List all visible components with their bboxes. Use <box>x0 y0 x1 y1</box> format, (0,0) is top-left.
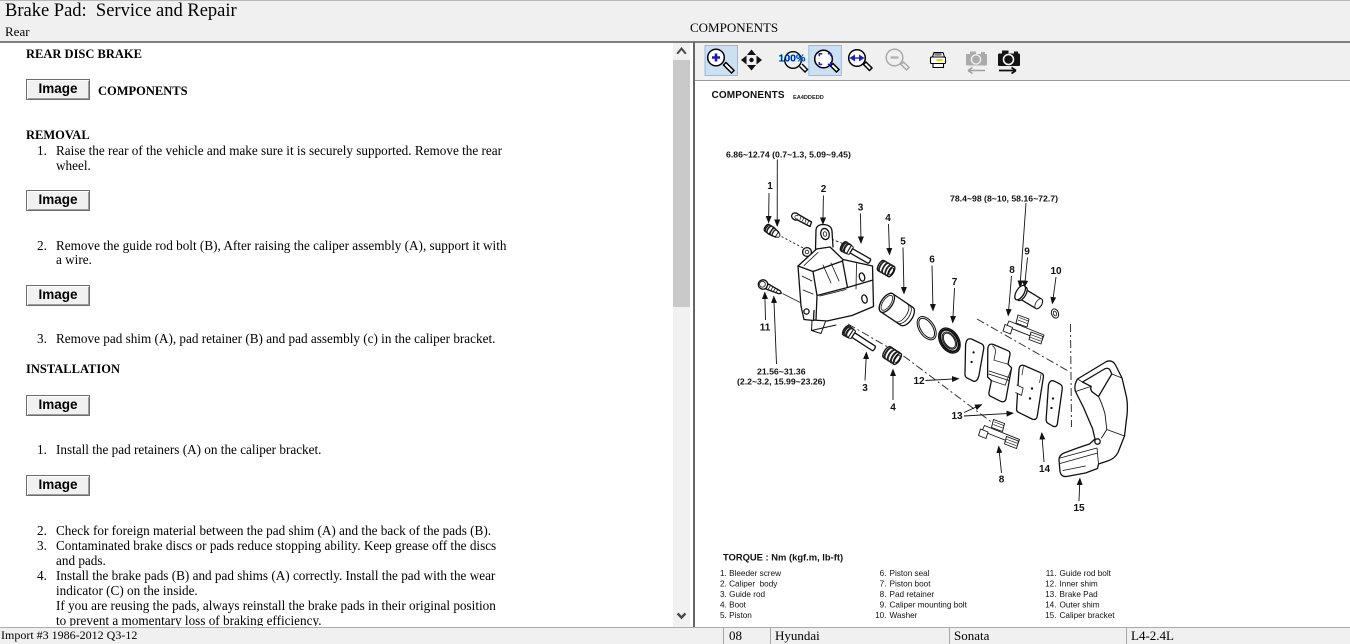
svg-text:12: 12 <box>913 376 925 387</box>
svg-text:5: 5 <box>900 237 906 248</box>
svg-text:Inner shim: Inner shim <box>1060 580 1098 589</box>
svg-text:Brake Pad: Brake Pad <box>1060 590 1099 599</box>
svg-text:6.: 6. <box>880 569 887 578</box>
svg-text:78.4~98 (8~10, 58.16~72.7): 78.4~98 (8~10, 58.16~72.7) <box>950 194 1058 204</box>
svg-text:7.: 7. <box>880 580 887 589</box>
svg-text:Outer shim: Outer shim <box>1060 601 1100 610</box>
svg-text:5. Piston: 5. Piston <box>720 611 752 620</box>
svg-text:4: 4 <box>885 213 891 224</box>
svg-text:Caliper bracket: Caliper bracket <box>1060 611 1116 620</box>
svg-text:12.: 12. <box>1045 580 1056 589</box>
svg-text:2: 2 <box>821 184 827 195</box>
svg-text:Piston boot: Piston boot <box>890 580 932 589</box>
svg-text:Caliper mounting bolt: Caliper mounting bolt <box>890 601 968 610</box>
svg-text:21.56~31.36: 21.56~31.36 <box>757 367 806 377</box>
svg-text:6: 6 <box>929 255 935 266</box>
svg-text:15.: 15. <box>1045 611 1056 620</box>
svg-text:3. Guide rod: 3. Guide rod <box>720 590 766 599</box>
svg-text:11: 11 <box>760 323 771 334</box>
svg-text:10.: 10. <box>875 611 886 620</box>
svg-text:15: 15 <box>1073 503 1085 514</box>
svg-text:8.: 8. <box>880 590 887 599</box>
svg-text:9.: 9. <box>880 601 887 610</box>
svg-text:7: 7 <box>952 277 958 288</box>
svg-text:EA4DDEDD: EA4DDEDD <box>793 95 824 101</box>
svg-text:10: 10 <box>1050 266 1062 277</box>
svg-text:11.: 11. <box>1046 569 1057 578</box>
svg-text:4: 4 <box>890 403 896 414</box>
svg-text:13: 13 <box>951 411 963 422</box>
svg-text:COMPONENTS: COMPONENTS <box>712 90 785 101</box>
svg-text:4. Boot: 4. Boot <box>720 601 747 610</box>
svg-text:Pad retainer: Pad retainer <box>890 590 935 599</box>
svg-text:8: 8 <box>999 475 1005 486</box>
svg-text:1. Bleeder screw: 1. Bleeder screw <box>720 569 781 578</box>
svg-text:13.: 13. <box>1045 590 1056 599</box>
svg-text:14.: 14. <box>1045 601 1056 610</box>
svg-text:100%: 100% <box>779 53 807 65</box>
svg-text:9: 9 <box>1024 247 1030 258</box>
svg-text:3: 3 <box>858 203 864 214</box>
svg-text:Piston seal: Piston seal <box>890 569 930 578</box>
svg-text:6.86~12.74 (0.7~1.3, 5.09~9.45: 6.86~12.74 (0.7~1.3, 5.09~9.45) <box>726 150 851 160</box>
svg-text:3: 3 <box>862 383 868 394</box>
svg-text:14: 14 <box>1039 464 1051 475</box>
svg-text:2. Caliper body: 2. Caliper body <box>720 580 778 589</box>
svg-text:Guide rod bolt: Guide rod bolt <box>1060 569 1112 578</box>
svg-text:(2.2~3.2, 15.99~23.26): (2.2~3.2, 15.99~23.26) <box>737 377 826 387</box>
svg-text:8: 8 <box>1009 265 1015 276</box>
svg-text:Washer: Washer <box>890 611 918 620</box>
svg-text:1: 1 <box>767 181 773 192</box>
svg-text:TORQUE : Nm (kgf.m, lb-ft): TORQUE : Nm (kgf.m, lb-ft) <box>723 552 843 563</box>
